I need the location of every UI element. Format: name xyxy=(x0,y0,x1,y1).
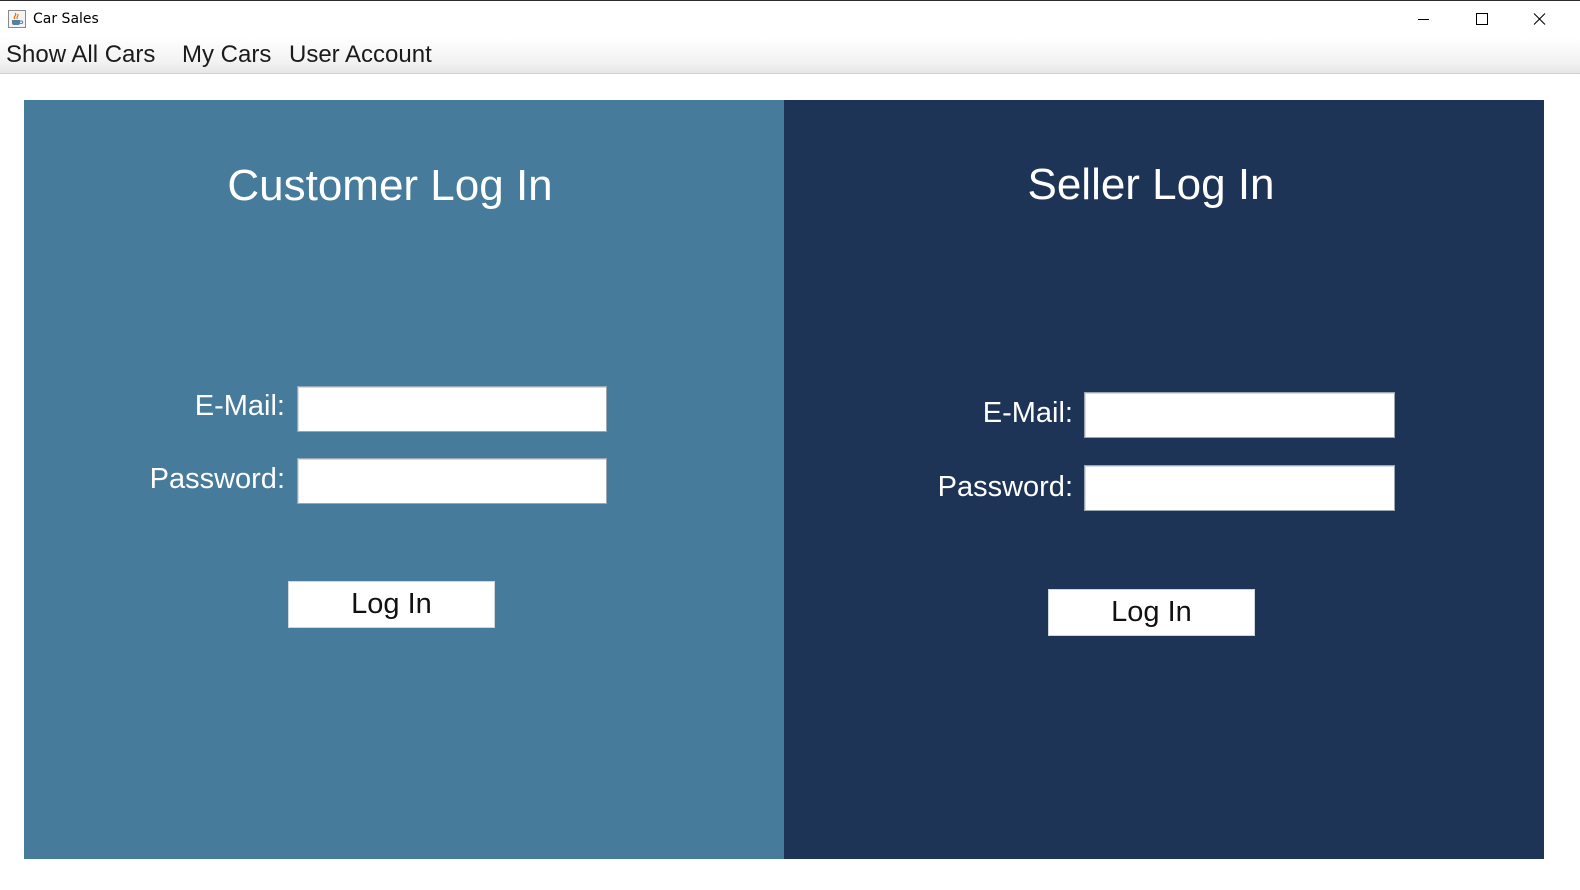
seller-password-input[interactable] xyxy=(1084,465,1395,511)
customer-password-input[interactable] xyxy=(297,458,607,504)
customer-login-button[interactable]: Log In xyxy=(288,581,495,628)
seller-password-label: Password: xyxy=(937,471,1073,503)
maximize-button[interactable] xyxy=(1452,1,1510,38)
minimize-icon xyxy=(1418,19,1429,20)
window-title: Car Sales xyxy=(33,11,99,27)
app-window: Car Sales Show All Cars My Cars User Acc… xyxy=(0,0,1580,890)
maximize-icon xyxy=(1476,13,1488,25)
close-icon xyxy=(1533,13,1546,25)
seller-login-panel: Seller Log In E-Mail: Password: Log In xyxy=(784,100,1544,859)
menu-show-all-cars[interactable]: Show All Cars xyxy=(6,41,155,69)
customer-login-panel: Customer Log In E-Mail: Password: Log In xyxy=(24,100,784,859)
close-button[interactable] xyxy=(1510,1,1568,38)
java-cup-icon xyxy=(8,10,26,28)
menu-user-account[interactable]: User Account xyxy=(289,41,432,69)
customer-email-input[interactable] xyxy=(297,386,607,432)
menu-bar: Show All Cars My Cars User Account xyxy=(0,38,1580,74)
seller-login-title: Seller Log In xyxy=(1027,160,1275,209)
customer-email-label: E-Mail: xyxy=(194,390,285,422)
menu-my-cars[interactable]: My Cars xyxy=(182,41,271,69)
seller-email-label: E-Mail: xyxy=(982,397,1073,429)
minimize-button[interactable] xyxy=(1394,1,1452,38)
title-bar: Car Sales xyxy=(0,0,1580,38)
seller-email-input[interactable] xyxy=(1084,392,1395,438)
customer-password-label: Password: xyxy=(149,463,285,495)
seller-login-button[interactable]: Log In xyxy=(1048,589,1255,636)
customer-login-title: Customer Log In xyxy=(227,161,553,210)
